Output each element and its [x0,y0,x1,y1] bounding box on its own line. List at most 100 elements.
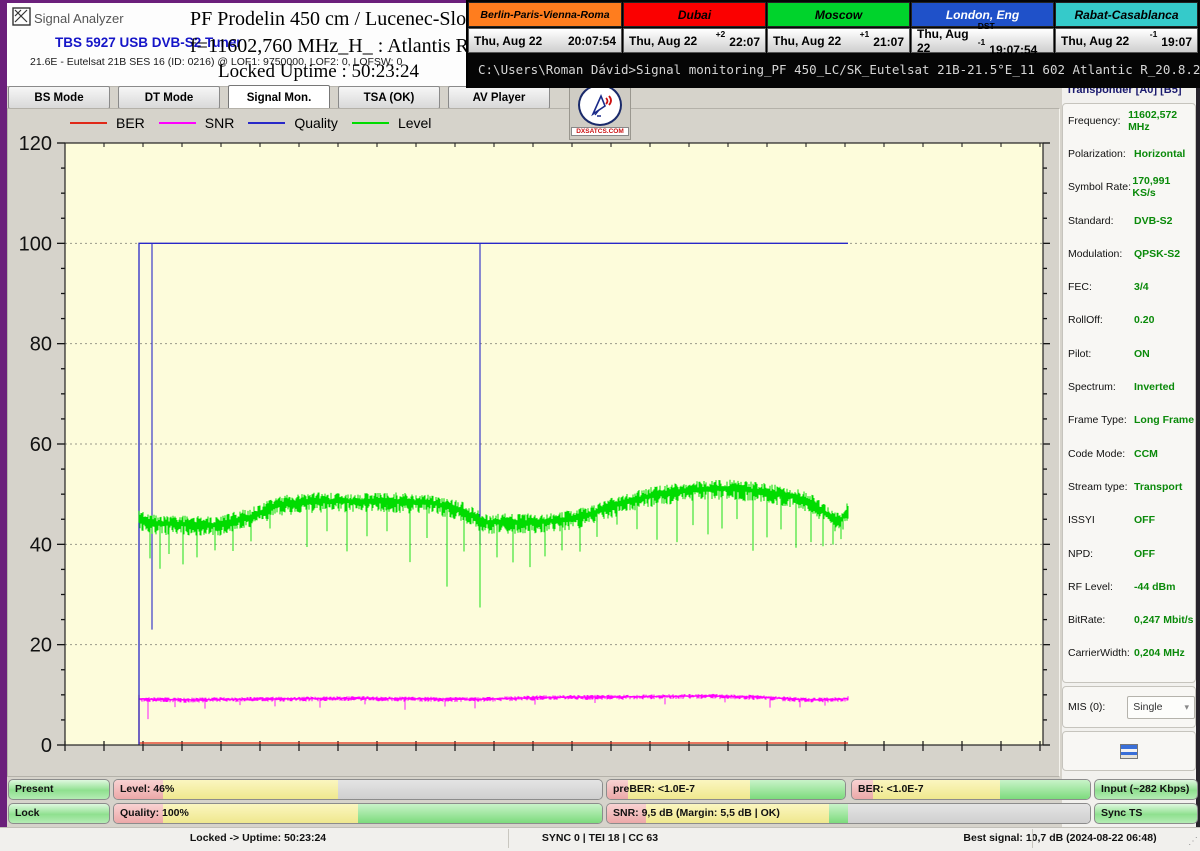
field-label: Modulation: [1063,248,1134,260]
field-label: NPD: [1063,548,1134,560]
clock-time-value: +222:07 [716,33,760,49]
indicator-input-282-kbps: Input (~282 Kbps) [1094,779,1198,800]
field-value: 0,204 MHz [1134,647,1185,659]
indicator-quality-100: Quality: 100% [113,803,603,824]
indicator-label: SNR: 9,5 dB (Margin: 5,5 dB | OK) [613,807,780,819]
field-value: QPSK-S2 [1134,248,1180,260]
resize-grip[interactable]: ⋰ [1188,836,1198,847]
mis-dropdown[interactable]: Single ▾ [1127,696,1195,719]
transponder-field-code-mode: Code Mode:CCM [1063,437,1195,470]
window-border-left [0,0,7,850]
transponder-field-modulation: Modulation:QPSK-S2 [1063,237,1195,270]
field-label: Stream type: [1063,481,1134,493]
clock-grid: Berlin-Paris-Vienna-RomaThu, Aug 2220:07… [468,2,1200,53]
indicator-level-46: Level: 46% [113,779,603,800]
clock-time-text: 19:07 [1161,35,1192,49]
transponder-field-issyi: ISSYIOFF [1063,504,1195,537]
meter-segment-gray [338,780,602,799]
field-label: Frequency: [1063,115,1128,127]
field-label: RollOff: [1063,314,1134,326]
timezone-offset: -1 [1150,29,1158,39]
field-label: RF Level: [1063,581,1134,593]
indicator-preber-1-0e-7: preBER: <1.0E-7 [606,779,846,800]
indicator-label: Quality: 100% [120,807,189,819]
chevron-down-icon: ▾ [1184,702,1189,713]
clock-time-cell: Thu, Aug 22DST -119:07:54 [911,28,1054,53]
tab-signal-mon[interactable]: Signal Mon. [228,85,330,110]
timezone-offset: +2 [716,29,726,39]
field-value: ON [1134,348,1150,360]
field-label: Pilot: [1063,348,1134,360]
transponder-field-fec: FEC:3/4 [1063,270,1195,303]
field-value: 0.20 [1134,314,1154,326]
tab-bs-mode[interactable]: BS Mode [8,86,110,109]
svg-text:40: 40 [30,534,52,556]
signal-chart: 020406080100120 [7,110,1060,773]
tab-tsa-ok[interactable]: TSA (OK) [338,86,440,109]
field-label: FEC: [1063,281,1134,293]
tab-av-player[interactable]: AV Player [448,86,550,109]
statusbar-divider [1032,829,1033,848]
clock-time-value: -119:07 [1150,33,1192,49]
svg-text:0: 0 [41,735,52,757]
indicator-label: BER: <1.0E-7 [858,783,924,795]
field-label: CarrierWidth: [1063,647,1134,659]
field-value: Transport [1134,481,1182,493]
meter-segments [114,780,602,799]
clock-column-berlin-paris-vienna-roma: Berlin-Paris-Vienna-RomaThu, Aug 2220:07… [468,2,623,53]
timezone-offset: +1 [860,29,870,39]
window-title: Signal Analyzer [34,11,124,26]
clock-date: Thu, Aug 22 [917,27,978,55]
field-value: OFF [1134,548,1155,560]
locked-uptime-title: Locked Uptime : 50:23:24 [218,61,419,83]
field-value: 0,247 Mbit/s [1134,614,1194,626]
indicator-label: Input (~282 Kbps) [1101,783,1189,795]
transponder-field-stream-type: Stream type:Transport [1063,470,1195,503]
meter-segment-green [829,804,848,823]
clock-city-label: Rabat-Casablanca [1055,2,1198,27]
frequency-title: f=11602,760 MHz_H_ : Atlantis Radio [190,35,503,58]
clock-column-dubai: Dubai Thu, Aug 22 +222:07 [623,2,767,53]
field-label: Frame Type: [1063,414,1134,426]
field-label: Symbol Rate: [1063,181,1132,193]
field-value: 11602,572 MHz [1128,109,1195,133]
svg-text:120: 120 [19,133,52,155]
clock-column-moscow: MoscowThu, Aug 22+121:07 [767,2,911,53]
field-label: Polarization: [1063,148,1134,160]
clock-date: Thu, Aug 22 [1061,34,1129,48]
transponder-field-pilot: Pilot:ON [1063,337,1195,370]
field-value: Inverted [1134,381,1175,393]
clock-column-rabat-casablanca: Rabat-Casablanca Thu, Aug 22 -119:07 [1055,2,1199,53]
clock-date: Thu, Aug 22 [629,34,697,48]
clock-time-text: 19:07:54 [989,43,1037,57]
panel-action-button[interactable] [1062,731,1196,771]
indicator-label: Lock [15,807,40,819]
terminal-command-line[interactable]: C:\Users\Roman Dávid>Signal monitoring_P… [468,53,1200,77]
field-label: Standard: [1063,215,1134,227]
clock-column-london-eng: London, EngThu, Aug 22DST -119:07:54 [911,2,1055,53]
clock-time-text: 22:07 [729,35,760,49]
meter-segment-green [1000,780,1090,799]
field-value: 3/4 [1134,281,1149,293]
indicator-label: preBER: <1.0E-7 [613,783,695,795]
clock-time-text: 21:07 [873,35,904,49]
clock-city-label: Dubai [623,2,766,27]
transponder-field-polarization: Polarization:Horizontal [1063,137,1195,170]
dish-location-title: PF Prodelin 450 cm / Lucenec-Slovakia [190,8,509,31]
indicator-present: Present [8,779,110,800]
transponder-field-bitrate: BitRate:0,247 Mbit/s [1063,603,1195,636]
app-icon [12,7,31,26]
meter-segment-green [750,780,845,799]
svg-text:60: 60 [30,434,52,456]
stream-list-icon [1120,744,1138,759]
field-value: Long Frame [1134,414,1194,426]
tab-dt-mode[interactable]: DT Mode [118,86,220,109]
clock-date: Thu, Aug 22 [474,34,542,48]
svg-text:80: 80 [30,334,52,356]
indicator-lock: Lock [8,803,110,824]
field-value: DVB-S2 [1134,215,1173,227]
transponder-field-frame-type: Frame Type:Long Frame [1063,404,1195,437]
meter-segment-yellow [163,780,339,799]
world-clock-overlay: Berlin-Paris-Vienna-RomaThu, Aug 2220:07… [466,0,1200,88]
clock-city-label: Moscow [767,2,910,27]
